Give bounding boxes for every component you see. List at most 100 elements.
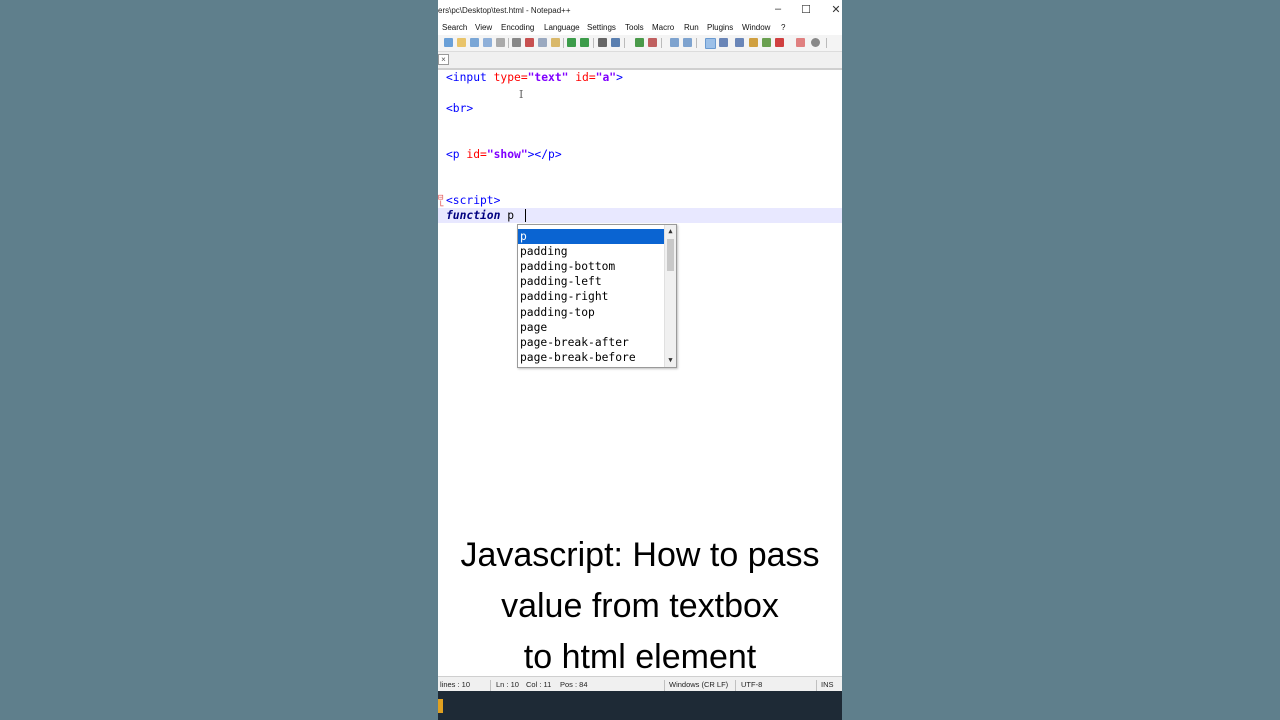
toolbar: [438, 35, 842, 52]
autocomplete-item[interactable]: padding-right: [518, 289, 666, 304]
save-icon[interactable]: [470, 38, 479, 47]
menu-language[interactable]: Language: [544, 23, 580, 32]
indent-guide-icon[interactable]: [735, 38, 744, 47]
new-file-icon[interactable]: [444, 38, 453, 47]
redo-icon[interactable]: [580, 38, 589, 47]
autocomplete-item[interactable]: page-break-after: [518, 335, 666, 350]
maximize-button[interactable]: ☐: [796, 3, 816, 16]
record-macro-icon[interactable]: [775, 38, 784, 47]
autocomplete-item[interactable]: p: [518, 229, 666, 244]
autocomplete-item[interactable]: padding: [518, 244, 666, 259]
doc-map-icon[interactable]: [749, 38, 758, 47]
autocomplete-item[interactable]: padding-top: [518, 305, 666, 320]
sync-horizontal-icon[interactable]: [683, 38, 692, 47]
menu-plugins[interactable]: Plugins: [707, 23, 733, 32]
code-token: <script>: [446, 194, 501, 207]
zoom-in-icon[interactable]: [635, 38, 644, 47]
toolbar-separator: [826, 38, 827, 48]
caption-line: value from textbox: [501, 587, 779, 625]
replace-icon[interactable]: [611, 38, 620, 47]
status-encoding: UTF-8: [741, 680, 763, 689]
caption-line: Javascript: How to pass: [460, 536, 820, 574]
code-token: id=: [568, 71, 596, 84]
stop-macro-icon[interactable]: [796, 38, 805, 47]
print-icon[interactable]: [512, 38, 521, 47]
code-token: >: [616, 71, 623, 84]
text-caret: [525, 209, 526, 222]
menu-macro[interactable]: Macro: [652, 23, 674, 32]
code-token: <p: [446, 148, 467, 161]
status-eol: Windows (CR LF): [669, 680, 729, 689]
menu-run[interactable]: Run: [684, 23, 699, 32]
cut-icon[interactable]: [525, 38, 534, 47]
menu-window[interactable]: Window: [742, 23, 770, 32]
code-token: id=: [466, 148, 487, 161]
zoom-out-icon[interactable]: [648, 38, 657, 47]
code-line-9: <script>: [446, 193, 500, 208]
code-token: type=: [493, 71, 528, 84]
sync-vertical-icon[interactable]: [670, 38, 679, 47]
close-button[interactable]: ✕: [826, 3, 842, 16]
scroll-up-icon[interactable]: ▲: [665, 227, 676, 235]
code-line-1: <input type="text" id="a">: [446, 70, 623, 85]
function-list-icon[interactable]: [762, 38, 771, 47]
autocomplete-item[interactable]: page: [518, 320, 666, 335]
close-tab-icon[interactable]: ×: [438, 54, 449, 65]
status-bar: lines : 10 Ln : 10 Col : 11 Pos : 84 Win…: [438, 676, 842, 693]
status-pos: Pos : 84: [560, 680, 588, 689]
paste-icon[interactable]: [551, 38, 560, 47]
menu-bar: Search View Encoding Language Settings T…: [438, 21, 842, 35]
word-wrap-icon[interactable]: [705, 38, 716, 49]
code-line-10: function p: [446, 208, 514, 223]
undo-icon[interactable]: [567, 38, 576, 47]
code-token: p: [500, 209, 515, 222]
code-token: "text": [527, 71, 569, 84]
menu-view[interactable]: View: [475, 23, 492, 32]
code-line-3: <br>: [446, 101, 473, 116]
save-all-icon[interactable]: [483, 38, 492, 47]
toolbar-separator: [661, 38, 662, 48]
code-token: <br>: [446, 102, 474, 115]
status-col: Col : 11: [526, 680, 552, 689]
status-lines: lines : 10: [440, 680, 471, 689]
playback-macro-icon[interactable]: [811, 38, 820, 47]
status-mode: INS: [821, 680, 834, 689]
menu-help[interactable]: ?: [781, 23, 785, 32]
autocomplete-item[interactable]: padding-left: [518, 274, 666, 289]
code-line-6: <p id="show"></p>: [446, 147, 562, 162]
copy-icon[interactable]: [538, 38, 547, 47]
tab-bar: ×: [438, 52, 842, 70]
text-cursor-icon: I: [519, 88, 524, 101]
close-file-icon[interactable]: [496, 38, 505, 47]
minimize-button[interactable]: –: [768, 3, 788, 15]
toolbar-separator: [624, 38, 625, 48]
code-token: "a": [595, 71, 617, 84]
toolbar-separator: [696, 38, 697, 48]
toolbar-separator: [593, 38, 594, 48]
toolbar-separator: [508, 38, 509, 48]
code-token: <input: [446, 71, 494, 84]
show-all-chars-icon[interactable]: [719, 38, 728, 47]
autocomplete-popup[interactable]: p padding padding-bottom padding-left pa…: [517, 224, 677, 368]
title-bar: ers\pc\Desktop\test.html - Notepad++ – ☐…: [438, 0, 842, 21]
toolbar-separator: [563, 38, 564, 48]
code-token: "show": [486, 148, 528, 161]
autocomplete-scrollbar[interactable]: ▲ ▼: [664, 225, 676, 367]
menu-search[interactable]: Search: [442, 23, 467, 32]
taskbar: [438, 691, 842, 720]
fold-marker-icon[interactable]: ⊟ └: [438, 194, 446, 216]
menu-encoding[interactable]: Encoding: [501, 23, 534, 32]
open-file-icon[interactable]: [457, 38, 466, 47]
find-icon[interactable]: [598, 38, 607, 47]
menu-tools[interactable]: Tools: [625, 23, 644, 32]
code-token: ></p>: [527, 148, 562, 161]
autocomplete-item[interactable]: page-break-before: [518, 350, 666, 365]
menu-settings[interactable]: Settings: [587, 23, 616, 32]
autocomplete-item[interactable]: padding-bottom: [518, 259, 666, 274]
video-caption: Javascript: How to pass value from textb…: [438, 530, 842, 683]
taskbar-app-indicator[interactable]: [438, 699, 443, 713]
scroll-down-icon[interactable]: ▼: [665, 356, 676, 364]
scrollbar-thumb[interactable]: [667, 239, 674, 271]
status-ln: Ln : 10: [496, 680, 519, 689]
notepadpp-window: ers\pc\Desktop\test.html - Notepad++ – ☐…: [438, 0, 842, 720]
